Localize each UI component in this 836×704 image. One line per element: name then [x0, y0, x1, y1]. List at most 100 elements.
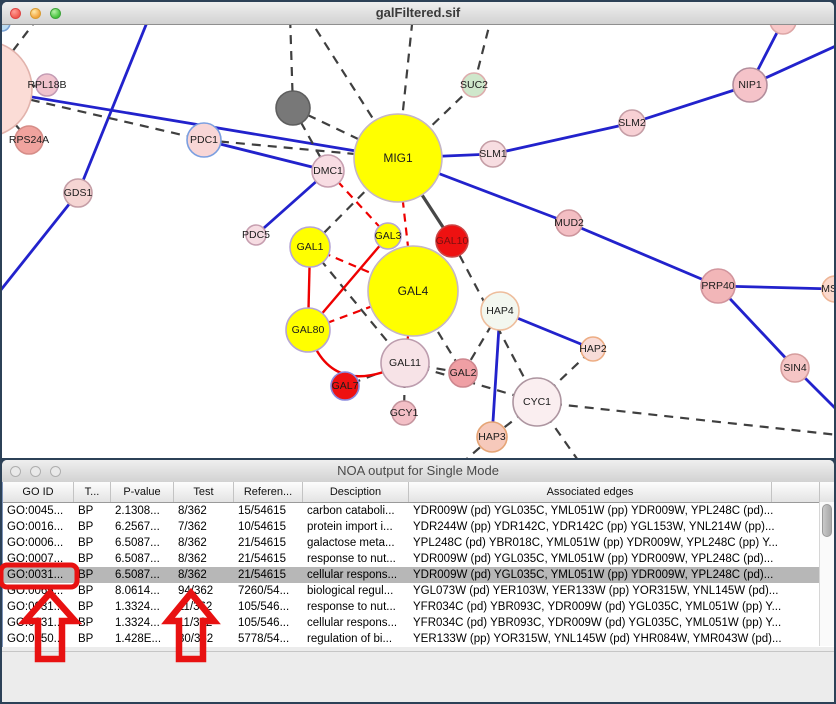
graph-node-label: RPL18B: [27, 79, 66, 91]
table-cell: 6.5087...: [111, 551, 174, 567]
graph-window-title: galFiltered.sif: [2, 5, 834, 20]
graph-node-label: SUC2: [460, 79, 488, 91]
table-cell: GO:0031...: [3, 599, 74, 615]
graph-node-label: NIP1: [738, 79, 762, 91]
table-cell: 8/362: [174, 551, 234, 567]
table-cell: 6.5087...: [111, 567, 174, 583]
table-body: GO:0045...BP2.1308...8/36215/54615carbon…: [3, 503, 834, 647]
vertical-scrollbar[interactable]: [819, 502, 834, 646]
graph-edge[interactable]: [537, 402, 834, 435]
table-cell: YER133W (pp) YOR315W, YNL145W (pd) YHR08…: [409, 631, 820, 647]
table-cell: biological regul...: [303, 583, 409, 599]
column-header-Test[interactable]: Test: [174, 482, 234, 502]
graph-edge[interactable]: [569, 223, 718, 286]
graph-node-label: PDC1: [190, 134, 218, 146]
graph-node-label: GAL2: [450, 367, 477, 379]
table-row[interactable]: GO:0050...BP1.428E...80/3625778/54...reg…: [3, 631, 834, 647]
graph-node-label: GAL10: [436, 235, 469, 247]
table-cell: regulation of bi...: [303, 631, 409, 647]
table-cell: 15/54615: [234, 503, 303, 519]
column-header-Associated edges[interactable]: Associated edges: [409, 482, 772, 502]
graph-node-label: MUD2: [554, 217, 584, 229]
graph-node-label: GDS1: [64, 187, 93, 199]
graph-node-cornertl[interactable]: [2, 25, 10, 31]
table-row[interactable]: GO:0031...BP6.5087...8/36221/54615cellul…: [3, 567, 834, 583]
table-cell: BP: [74, 631, 111, 647]
graph-node-trcut[interactable]: [770, 25, 796, 34]
button-panel: Save Cancel: [2, 651, 834, 702]
table-cell: GO:0031...: [3, 567, 74, 583]
graph-node-label: CYC1: [523, 396, 551, 408]
noa-window-titlebar[interactable]: NOA output for Single Mode: [2, 460, 834, 483]
column-header-Desciption[interactable]: Desciption: [303, 482, 409, 502]
table-row[interactable]: GO:0031...BP1.3324...11/362105/546...res…: [3, 599, 834, 615]
network-canvas[interactable]: RPL18BRPS24AGDS1PDC1DMC1MIG1SUC2SLM1SLM2…: [2, 25, 834, 458]
table-cell: GO:0031...: [3, 615, 74, 631]
column-header-blank[interactable]: [772, 482, 820, 502]
table-row[interactable]: GO:0016...BP6.2567...7/36210/54615protei…: [3, 519, 834, 535]
graph-node-label: SIN4: [783, 362, 807, 374]
table-cell: 5778/54...: [234, 631, 303, 647]
noa-window-title: NOA output for Single Mode: [2, 463, 834, 478]
table-cell: 21/54615: [234, 535, 303, 551]
graph-node-label: MIG1: [383, 151, 413, 165]
table-cell: 1.428E...: [111, 631, 174, 647]
table-cell: 1.3324...: [111, 599, 174, 615]
table-cell: 21/54615: [234, 567, 303, 583]
graph-node-label: GAL7: [332, 380, 359, 392]
table-cell: YDR009W (pd) YGL035C, YML051W (pp) YDR00…: [409, 551, 820, 567]
table-cell: 8/362: [174, 535, 234, 551]
graph-window: galFiltered.sif RPL18B RPS24A GDS1 PDC1 DMC1…: [2, 2, 834, 458]
scrollbar-thumb[interactable]: [822, 504, 832, 537]
table-cell: GO:0065...: [3, 583, 74, 599]
column-header-P-value[interactable]: P-value: [111, 482, 174, 502]
table-cell: 6.5087...: [111, 535, 174, 551]
table-cell: BP: [74, 567, 111, 583]
table-row[interactable]: GO:0045...BP2.1308...8/36215/54615carbon…: [3, 503, 834, 519]
table-row[interactable]: GO:0006...BP6.5087...8/36221/54615galact…: [3, 535, 834, 551]
column-header-Referen...[interactable]: Referen...: [234, 482, 303, 502]
column-header-T...[interactable]: T...: [74, 482, 111, 502]
column-header-GO ID[interactable]: GO ID: [3, 482, 74, 502]
graph-node-label: HAP2: [579, 343, 607, 355]
table-row[interactable]: GO:0065...BP8.0614...94/3627260/54...bio…: [3, 583, 834, 599]
noa-output-window: NOA output for Single Mode GO IDT...P-va…: [2, 460, 834, 702]
table-cell: 7260/54...: [234, 583, 303, 599]
graph-edge[interactable]: [632, 85, 750, 123]
table-cell: YFR034C (pd) YBR093C, YDR009W (pd) YGL03…: [409, 615, 820, 631]
table-cell: GO:0050...: [3, 631, 74, 647]
table-cell: YDR009W (pd) YGL035C, YML051W (pp) YDR00…: [409, 567, 820, 583]
table-cell: 8/362: [174, 503, 234, 519]
graph-node-label: HAP3: [478, 431, 506, 443]
table-cell: response to nut...: [303, 599, 409, 615]
graph-edge[interactable]: [493, 123, 632, 154]
table-row[interactable]: GO:0031...BP1.3324...11/362105/546...cel…: [3, 615, 834, 631]
table-cell: 7/362: [174, 519, 234, 535]
graph-edge[interactable]: [2, 193, 78, 291]
table-cell: BP: [74, 599, 111, 615]
graph-node-label: MSL5: [821, 283, 834, 295]
graph-node-gray[interactable]: [276, 91, 310, 125]
graph-node-label: SLM2: [618, 117, 646, 129]
graph-node-label: GAL4: [398, 284, 429, 298]
table-cell: 21/54615: [234, 551, 303, 567]
table-cell: YPL248C (pd) YBR018C, YML051W (pp) YDR00…: [409, 535, 820, 551]
graph-node-label: GAL80: [292, 324, 325, 336]
table-cell: galactose meta...: [303, 535, 409, 551]
table-cell: cellular respons...: [303, 615, 409, 631]
table-cell: GO:0007...: [3, 551, 74, 567]
table-cell: GO:0006...: [3, 535, 74, 551]
table-cell: BP: [74, 615, 111, 631]
graph-node-label: GAL3: [375, 230, 402, 242]
graph-edge[interactable]: [78, 25, 150, 193]
graph-node-label: RPS24A: [9, 134, 49, 146]
table-row[interactable]: GO:0007...BP6.5087...8/36221/54615respon…: [3, 551, 834, 567]
table-cell: GO:0016...: [3, 519, 74, 535]
graph-window-titlebar[interactable]: galFiltered.sif: [2, 2, 834, 25]
graph-node-label: DMC1: [313, 165, 343, 177]
table-cell: 80/362: [174, 631, 234, 647]
network-graph: RPL18BRPS24AGDS1PDC1DMC1MIG1SUC2SLM1SLM2…: [2, 25, 834, 458]
table-cell: 2.1308...: [111, 503, 174, 519]
table-cell: 1.3324...: [111, 615, 174, 631]
table-cell: BP: [74, 583, 111, 599]
